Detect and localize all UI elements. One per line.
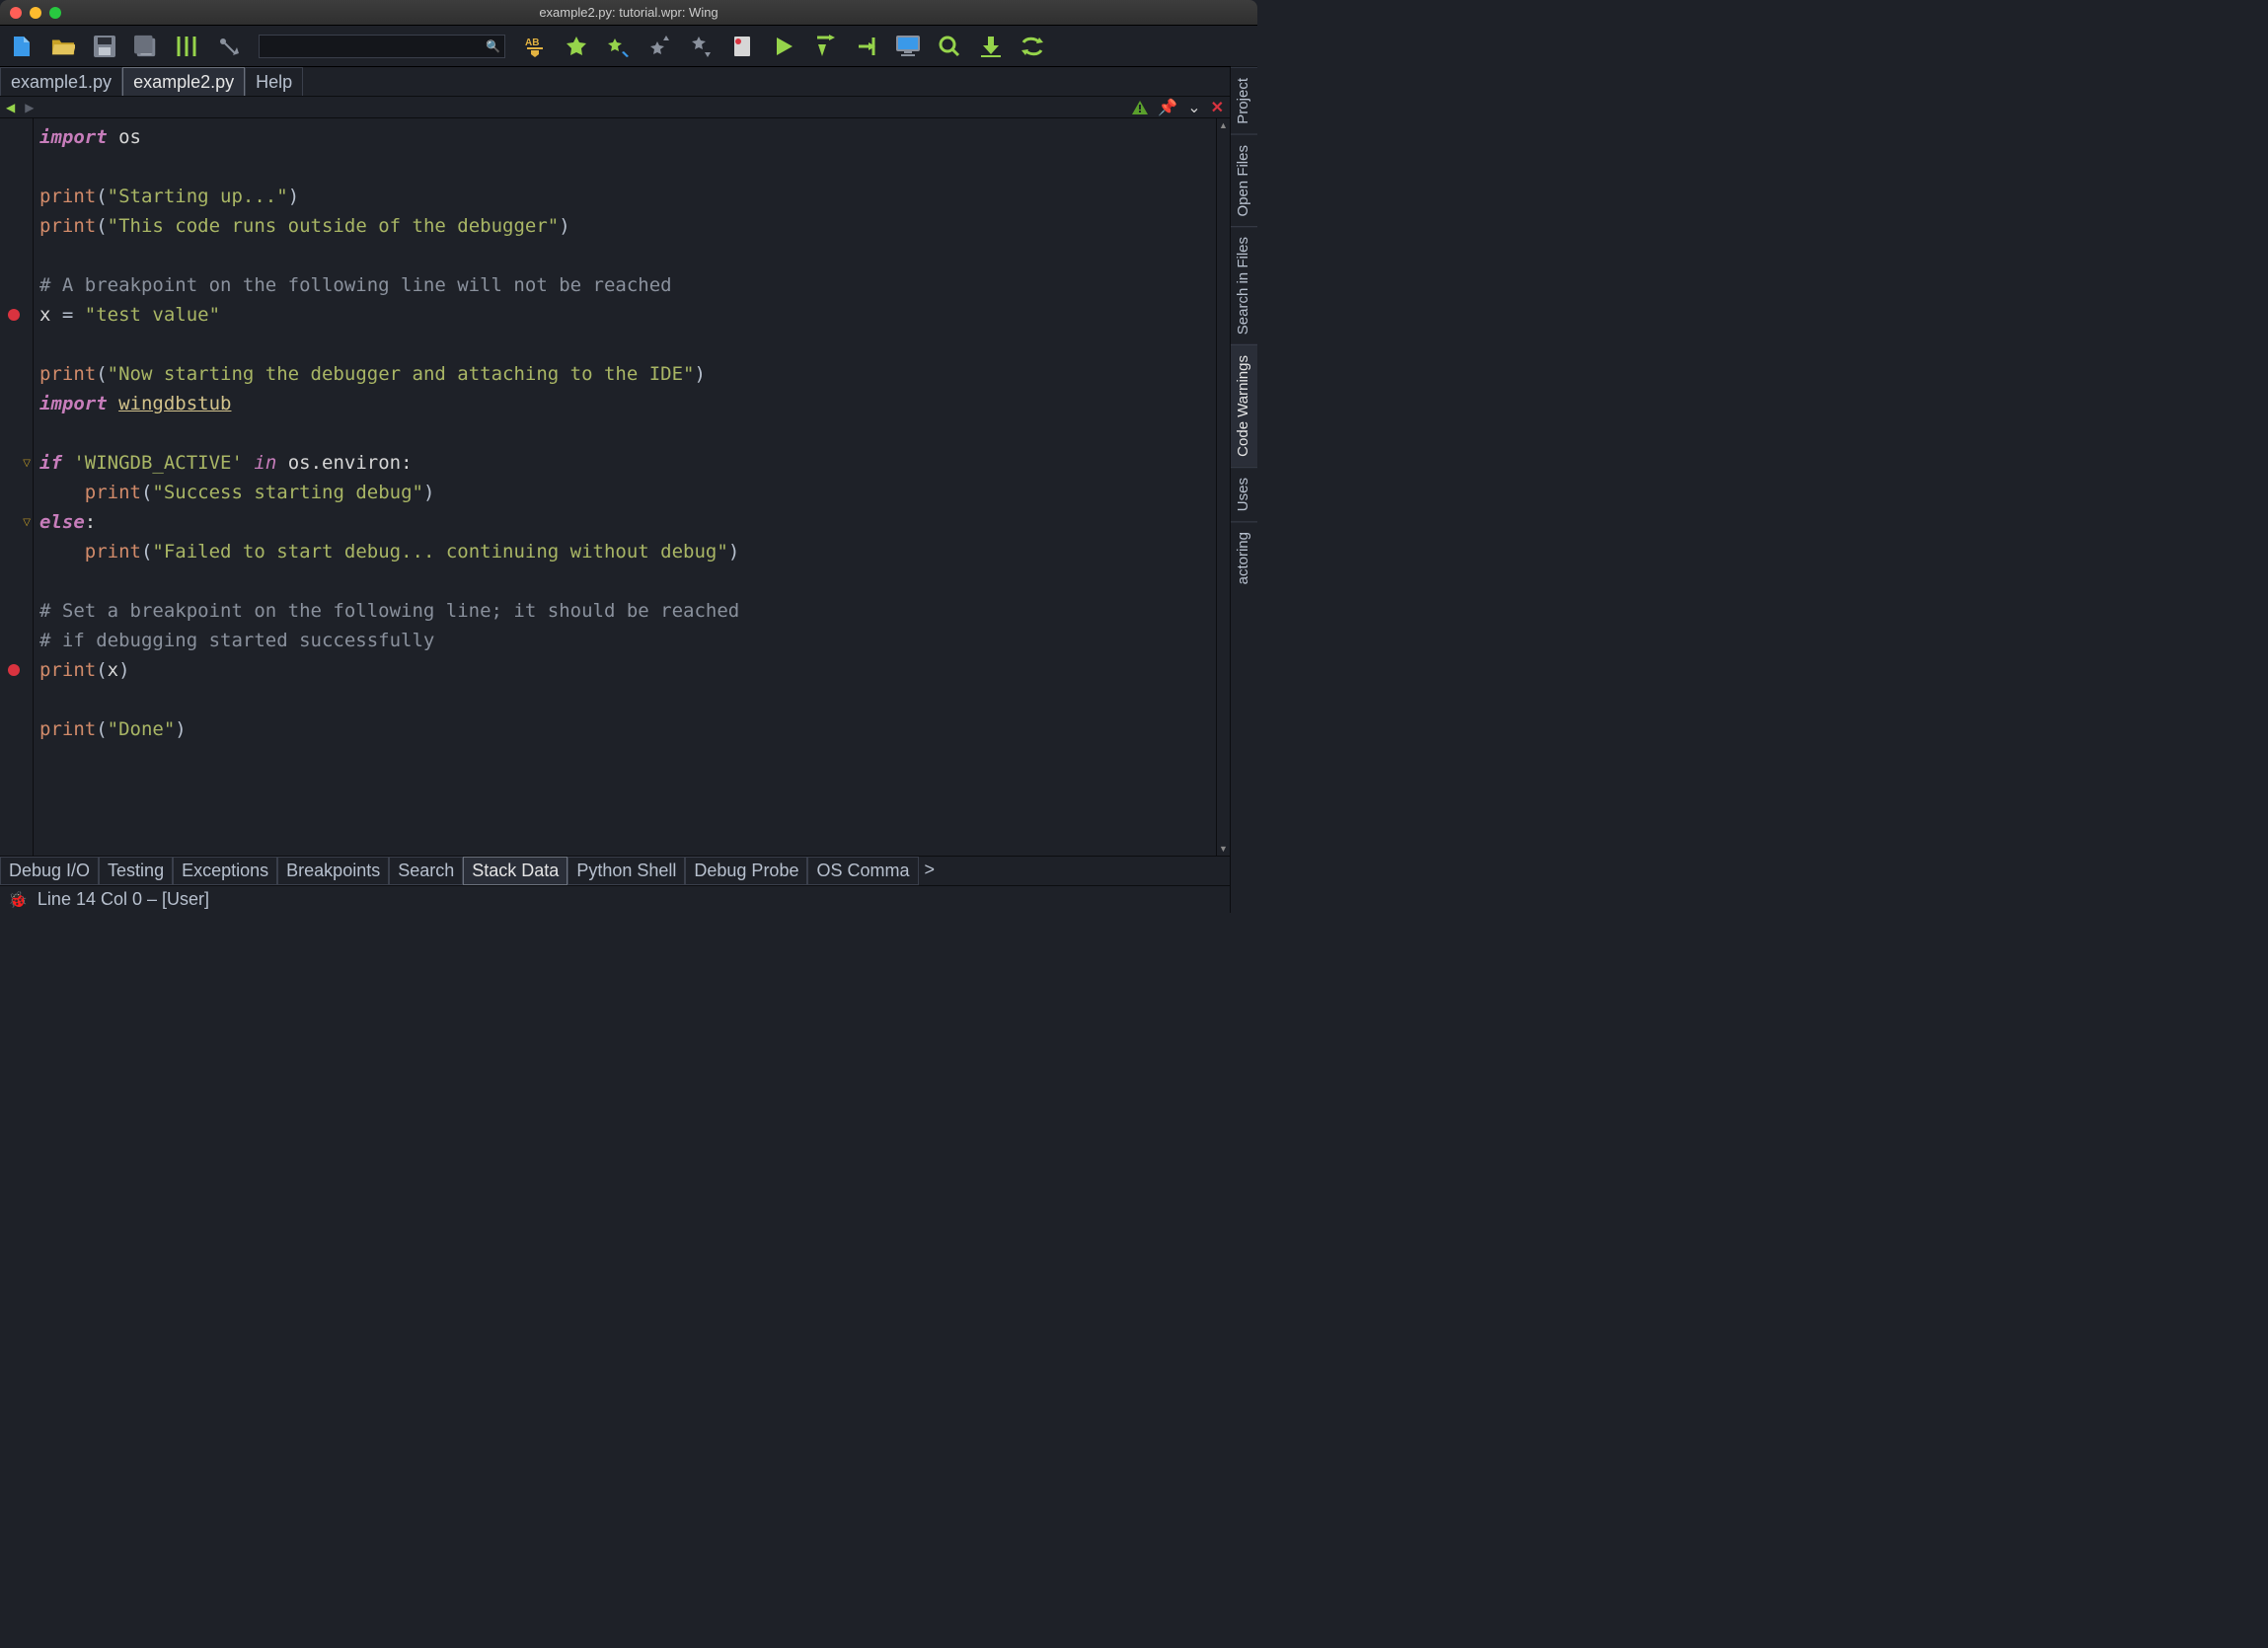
code-line[interactable]: print("This code runs outside of the deb… [39, 211, 1216, 241]
titlebar: example2.py: tutorial.wpr: Wing [0, 0, 1257, 26]
bottom-tab-breakpoints[interactable]: Breakpoints [277, 857, 389, 885]
code-line[interactable]: print("Failed to start debug... continui… [39, 537, 1216, 566]
window: example2.py: tutorial.wpr: Wing 🔍 AB [0, 0, 1257, 913]
side-tab-uses[interactable]: Uses [1231, 467, 1257, 521]
warning-icon[interactable] [1132, 101, 1148, 114]
code-line[interactable] [39, 241, 1216, 270]
breakpoint-marker[interactable] [0, 300, 34, 330]
scroll-down-icon[interactable]: ▼ [1217, 842, 1230, 856]
file-tabs: example1.py example2.py Help [0, 67, 1230, 97]
side-tab-search-in-files[interactable]: Search in Files [1231, 226, 1257, 344]
window-title: example2.py: tutorial.wpr: Wing [0, 5, 1257, 20]
traffic-lights [10, 7, 61, 19]
file-tab-help[interactable]: Help [245, 67, 303, 96]
bottom-tab-os-commands[interactable]: OS Comma [807, 857, 918, 885]
bottom-tab-testing[interactable]: Testing [99, 857, 173, 885]
statusbar: 🐞 Line 14 Col 0 – [User] [0, 885, 1230, 913]
indentation-icon[interactable] [176, 35, 199, 58]
monitor-icon[interactable] [896, 35, 920, 58]
code-line[interactable]: import os [39, 122, 1216, 152]
code-line[interactable] [39, 774, 1216, 803]
more-tabs-icon[interactable]: > [919, 857, 942, 885]
file-tab-example1[interactable]: example1.py [0, 67, 122, 96]
new-file-icon[interactable] [10, 35, 34, 58]
fold-marker[interactable]: ▽ [0, 507, 34, 537]
side-tab-refactoring[interactable]: actoring [1231, 521, 1257, 594]
vertical-scrollbar[interactable]: ▲ ▼ [1216, 118, 1230, 856]
replace-icon[interactable]: AB [523, 35, 547, 58]
code-line[interactable] [39, 152, 1216, 182]
code-line[interactable]: print("Now starting the debugger and att… [39, 359, 1216, 389]
code-line[interactable]: import wingdbstub [39, 389, 1216, 418]
minimize-window-button[interactable] [30, 7, 41, 19]
code-line[interactable]: print(x) [39, 655, 1216, 685]
search-large-icon[interactable] [938, 35, 961, 58]
save-all-icon[interactable] [134, 35, 158, 58]
bottom-tab-search[interactable]: Search [389, 857, 463, 885]
zoom-window-button[interactable] [49, 7, 61, 19]
pin-icon[interactable]: 📌 [1158, 98, 1177, 117]
scroll-up-icon[interactable]: ▲ [1217, 118, 1230, 132]
breakpoint-marker[interactable] [0, 655, 34, 685]
bottom-tab-exceptions[interactable]: Exceptions [173, 857, 277, 885]
editor-nav-bar: ◀ ▶ 📌 ⌄ ✕ [0, 97, 1230, 118]
toolbar: 🔍 AB [0, 26, 1257, 67]
nav-forward-icon[interactable]: ▶ [25, 101, 34, 114]
nav-back-icon[interactable]: ◀ [6, 101, 15, 114]
bottom-tabs: Debug I/O Testing Exceptions Breakpoints… [0, 856, 1230, 885]
bottom-tab-debug-probe[interactable]: Debug Probe [685, 857, 807, 885]
code-line[interactable] [39, 418, 1216, 448]
bookmark-prev-down-icon[interactable] [689, 35, 713, 58]
fold-marker[interactable]: ▽ [0, 448, 34, 478]
search-box[interactable]: 🔍 [259, 35, 505, 58]
side-tab-open-files[interactable]: Open Files [1231, 134, 1257, 227]
status-text: Line 14 Col 0 – [User] [38, 889, 209, 910]
goto-definition-icon[interactable] [217, 35, 241, 58]
gutter[interactable]: ▽▽ [0, 118, 34, 856]
side-tab-project[interactable]: Project [1231, 67, 1257, 134]
run-icon[interactable] [772, 35, 795, 58]
code-line[interactable]: # Set a breakpoint on the following line… [39, 596, 1216, 626]
side-tabs: Project Open Files Search in Files Code … [1230, 67, 1257, 913]
code-line[interactable]: x = "test value" [39, 300, 1216, 330]
download-icon[interactable] [979, 35, 1003, 58]
close-editor-icon[interactable]: ✕ [1211, 98, 1224, 117]
bottom-tab-python-shell[interactable]: Python Shell [567, 857, 685, 885]
code-line[interactable]: if 'WINGDB_ACTIVE' in os.environ: [39, 448, 1216, 478]
code-line[interactable]: print("Success starting debug") [39, 478, 1216, 507]
sync-icon[interactable] [1021, 35, 1044, 58]
record-icon[interactable] [730, 35, 754, 58]
bug-icon: 🐞 [8, 890, 28, 910]
code-line[interactable]: print("Starting up...") [39, 182, 1216, 211]
bottom-tab-debug-io[interactable]: Debug I/O [0, 857, 99, 885]
svg-text:AB: AB [525, 37, 539, 48]
bottom-tab-stack-data[interactable]: Stack Data [463, 857, 567, 885]
main-area: example1.py example2.py Help ◀ ▶ 📌 ⌄ ✕ ▽… [0, 67, 1257, 913]
close-window-button[interactable] [10, 7, 22, 19]
code-area[interactable]: import os print("Starting up...")print("… [34, 118, 1216, 856]
bookmark-prev-up-icon[interactable] [647, 35, 671, 58]
step-over-icon[interactable] [813, 35, 837, 58]
code-line[interactable] [39, 330, 1216, 359]
open-folder-icon[interactable] [51, 35, 75, 58]
search-icon[interactable]: 🔍 [482, 39, 504, 53]
code-line[interactable]: # if debugging started successfully [39, 626, 1216, 655]
code-line[interactable] [39, 744, 1216, 774]
step-into-icon[interactable] [855, 35, 878, 58]
side-tab-code-warnings[interactable]: Code Warnings [1231, 344, 1257, 467]
search-input[interactable] [260, 39, 482, 53]
chevron-down-icon[interactable]: ⌄ [1187, 98, 1200, 117]
editor[interactable]: ▽▽ import os print("Starting up...")prin… [0, 118, 1230, 856]
code-line[interactable]: print("Done") [39, 714, 1216, 744]
code-line[interactable]: else: [39, 507, 1216, 537]
file-tab-example2[interactable]: example2.py [122, 67, 245, 96]
code-line[interactable] [39, 685, 1216, 714]
code-line[interactable]: # A breakpoint on the following line wil… [39, 270, 1216, 300]
save-icon[interactable] [93, 35, 116, 58]
editor-column: example1.py example2.py Help ◀ ▶ 📌 ⌄ ✕ ▽… [0, 67, 1230, 913]
bookmark-next-icon[interactable] [606, 35, 630, 58]
code-line[interactable] [39, 566, 1216, 596]
bookmark-icon[interactable] [565, 35, 588, 58]
